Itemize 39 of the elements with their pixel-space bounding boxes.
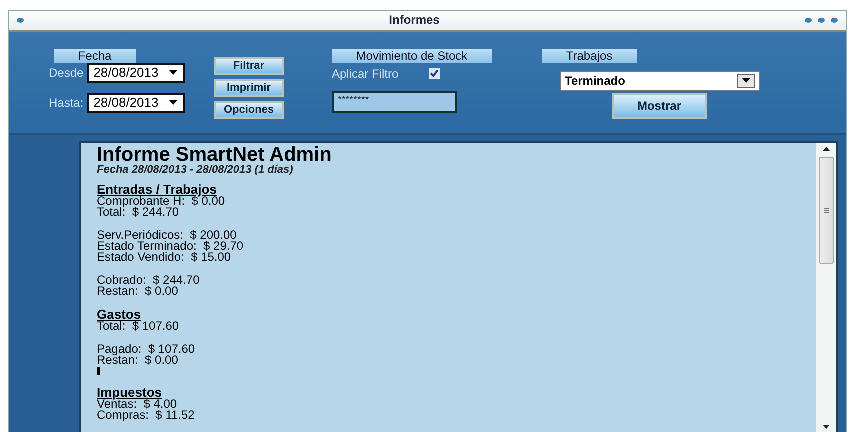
action-button[interactable]: Imprimir	[214, 78, 284, 97]
section-heading: Impuestos	[97, 385, 162, 400]
checkbox[interactable]	[428, 68, 440, 80]
dropdown-arrow-icon	[168, 100, 178, 106]
section-heading: Gastos	[97, 307, 142, 322]
dropdown-arrow-icon	[742, 78, 750, 84]
field-label: Hasta:	[49, 96, 84, 110]
report-line: Pagado: $ 107.60	[97, 344, 196, 355]
window-title: Informes	[389, 13, 440, 28]
section-heading: Entradas / Trabajos	[97, 182, 217, 197]
field-label: Desde	[49, 66, 84, 80]
show-button[interactable]: Mostrar	[612, 92, 707, 119]
status-dropdown[interactable]: Terminado	[560, 70, 760, 91]
report-line: Serv.Periódicos: $ 200.00	[97, 230, 237, 241]
report-line: Estado Terminado: $ 29.70	[97, 241, 245, 252]
report-date-range: Fecha 28/08/2013 - 28/08/2013 (1 días)	[97, 165, 294, 176]
group-header: Movimiento de Stock	[332, 48, 492, 63]
checkbox-label: Aplicar Filtro	[332, 66, 399, 81]
report-line: Restan: $ 0.00	[97, 355, 178, 366]
report-line: Compras: $ 11.52	[97, 410, 196, 421]
report-line: Cobrado: $ 244.70	[97, 275, 201, 286]
action-button[interactable]: Filtrar	[214, 56, 284, 75]
report-line: Restan: $ 0.00	[97, 286, 178, 297]
dropdown-arrow-icon	[168, 70, 178, 76]
report-line: Comprobante H: $ 0.00	[97, 196, 226, 207]
scrollbar-thumb[interactable]	[818, 157, 834, 264]
report-title: Informe SmartNet Admin	[97, 145, 333, 165]
report-line: Ventas: $ 4.00	[97, 399, 178, 410]
report-line: Estado Vendido: $ 15.00	[97, 252, 232, 263]
report-line: Total: $ 244.70	[97, 207, 180, 218]
date-field[interactable]: 28/08/2013	[86, 62, 185, 83]
action-button[interactable]: Opciones	[214, 100, 284, 119]
report-line: Total: $ 107.60	[97, 321, 180, 332]
scroll-down-icon[interactable]	[822, 425, 830, 429]
password-field[interactable]: ********	[332, 90, 457, 113]
scroll-up-icon[interactable]	[822, 147, 830, 151]
group-header: Trabajos	[542, 48, 637, 63]
date-field[interactable]: 28/08/2013	[86, 92, 185, 113]
group-header: Fecha	[54, 48, 136, 63]
